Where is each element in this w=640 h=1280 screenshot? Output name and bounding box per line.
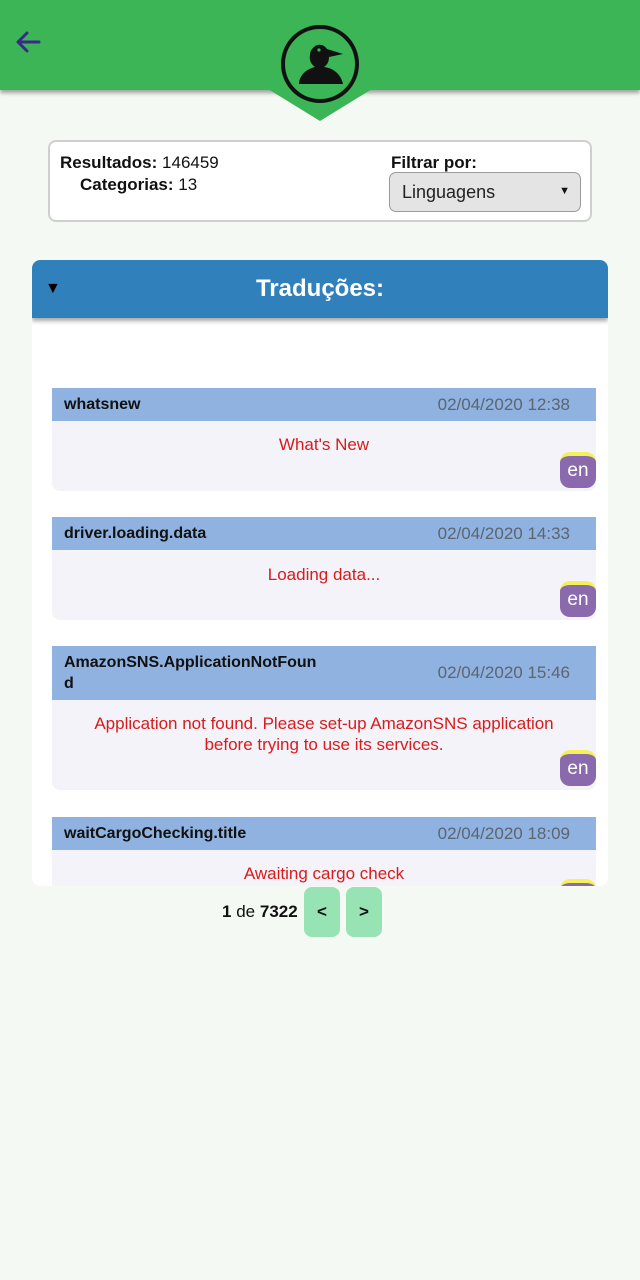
entry-value: Application not found. Please set-up Ama… — [94, 714, 554, 754]
arrow-left-icon — [16, 31, 41, 53]
language-badge[interactable]: en — [560, 879, 596, 886]
entry-value: Loading data... — [267, 565, 381, 584]
entry-date: 02/04/2020 12:38 — [437, 394, 570, 414]
translations-panel-header[interactable]: ▼ Traduções: — [32, 260, 608, 318]
back-button[interactable] — [10, 26, 46, 58]
translation-entry[interactable]: whatsnew 02/04/2020 12:38 What's New en — [52, 388, 596, 491]
previous-page-button[interactable]: < — [304, 887, 340, 937]
entry-key: waitCargoChecking.title — [64, 825, 247, 842]
entry-header: whatsnew 02/04/2020 12:38 — [52, 388, 596, 421]
results-count: Resultados: 146459 — [60, 153, 219, 172]
language-badge[interactable]: en — [560, 452, 596, 488]
entry-key: whatsnew — [64, 396, 141, 413]
entry-date: 02/04/2020 15:46 — [437, 663, 570, 682]
panel-title: Traduções: — [255, 275, 385, 302]
entry-value: What's New — [278, 435, 370, 454]
translation-entry[interactable]: AmazonSNS.ApplicationNotFound 02/04/2020… — [52, 646, 596, 790]
entry-date: 02/04/2020 14:33 — [437, 523, 570, 543]
entry-date: 02/04/2020 18:09 — [437, 823, 570, 843]
filter-selected-value: Linguagens — [402, 181, 496, 202]
filter-select[interactable]: Linguagens ▼ — [389, 172, 581, 212]
dropdown-caret-icon: ▼ — [559, 185, 570, 197]
entry-key: driver.loading.data — [64, 525, 207, 542]
next-page-button[interactable]: > — [346, 887, 382, 937]
entry-header: AmazonSNS.ApplicationNotFound 02/04/2020… — [52, 646, 596, 700]
entry-header: driver.loading.data 02/04/2020 14:33 — [52, 517, 596, 550]
filter-label: Filtrar por: — [391, 153, 477, 172]
entry-value: Awaiting cargo check — [243, 864, 405, 883]
translations-panel: ▼ Traduções: whatsnew 02/04/2020 12:38 W… — [32, 260, 608, 886]
pelican-icon — [299, 44, 343, 84]
caret-down-icon[interactable]: ▼ — [45, 280, 61, 298]
language-badge[interactable]: en — [560, 750, 596, 786]
translation-entry[interactable]: driver.loading.data 02/04/2020 14:33 Loa… — [52, 517, 596, 620]
language-badge[interactable]: en — [560, 581, 596, 617]
summary-box: Resultados: 146459 Categorias: 13 Filtra… — [48, 140, 592, 222]
entry-key: AmazonSNS.ApplicationNotFound — [64, 654, 317, 692]
translation-entry[interactable]: waitCargoChecking.title 02/04/2020 18:09… — [52, 817, 596, 886]
categories-count: Categorias: 13 — [80, 175, 198, 194]
pagination-status: 1 de 7322 — [222, 902, 298, 921]
entry-header: waitCargoChecking.title 02/04/2020 18:09 — [52, 817, 596, 850]
app-logo — [281, 25, 359, 103]
